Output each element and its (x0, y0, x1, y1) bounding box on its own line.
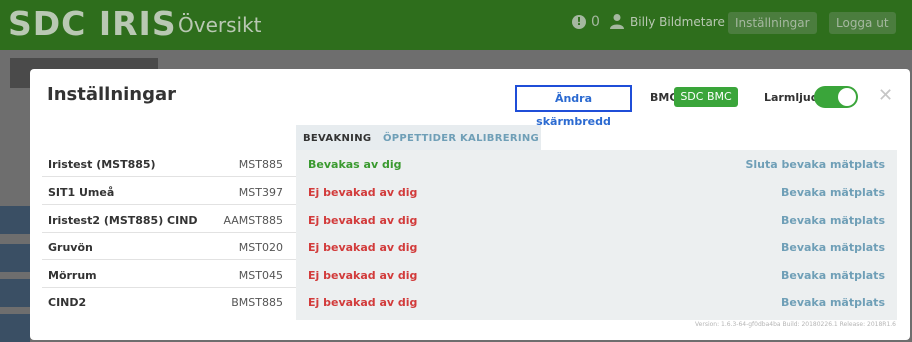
tab-oppettider[interactable]: ÖPPETTIDER (383, 133, 456, 144)
bmc-selected-value: SDC BMC (680, 90, 732, 103)
toggle-knob (838, 88, 856, 106)
background-item (0, 244, 30, 272)
background-item (0, 314, 30, 342)
settings-modal: Inställningar Ändra skärmbredd BMC SDC B… (30, 69, 910, 340)
alarm-sound-label: Larmljud (764, 91, 819, 104)
app-title: Översikt (178, 13, 262, 37)
tab-kalibrering[interactable]: KALIBRERING (460, 133, 539, 144)
alert-icon[interactable]: ! (572, 15, 586, 29)
select-arrows-icon: ⇕ (701, 110, 711, 123)
row-divider (42, 176, 296, 177)
alarm-sound-toggle[interactable] (814, 86, 858, 108)
watch-button[interactable]: Bevaka mätplats (30, 269, 885, 282)
row-divider (42, 287, 296, 288)
background-item (0, 279, 30, 307)
close-icon[interactable]: ✕ (878, 85, 893, 106)
watch-status-panel (296, 150, 897, 320)
alert-count: 0 (591, 14, 600, 30)
settings-button[interactable]: Inställningar (728, 12, 817, 34)
user-icon (610, 13, 624, 29)
change-screen-width-button[interactable]: Ändra skärmbredd (515, 85, 632, 128)
logout-button[interactable]: Logga ut (829, 12, 896, 34)
row-divider (42, 204, 296, 205)
version-footer: Version: 1.6.3-64-gf0dba4ba Build: 20180… (695, 321, 896, 328)
stop-watch-button[interactable]: Sluta bevaka mätplats (30, 158, 885, 171)
top-bar: SDC IRIS Översikt ! 0 Billy Bildmetare (… (0, 0, 912, 50)
watch-button[interactable]: Bevaka mätplats (30, 241, 885, 254)
background-item (0, 206, 30, 234)
watch-button[interactable]: Bevaka mätplats (30, 186, 885, 199)
logo: SDC IRIS (8, 4, 177, 43)
tab-bevakning[interactable]: BEVAKNING (303, 133, 371, 144)
row-divider (42, 259, 296, 260)
watch-button[interactable]: Bevaka mätplats (30, 214, 885, 227)
row-divider (42, 232, 296, 233)
modal-title: Inställningar (47, 84, 177, 105)
watch-button[interactable]: Bevaka mätplats (30, 296, 885, 309)
bmc-select[interactable]: SDC BMC ⇕ (674, 87, 738, 123)
